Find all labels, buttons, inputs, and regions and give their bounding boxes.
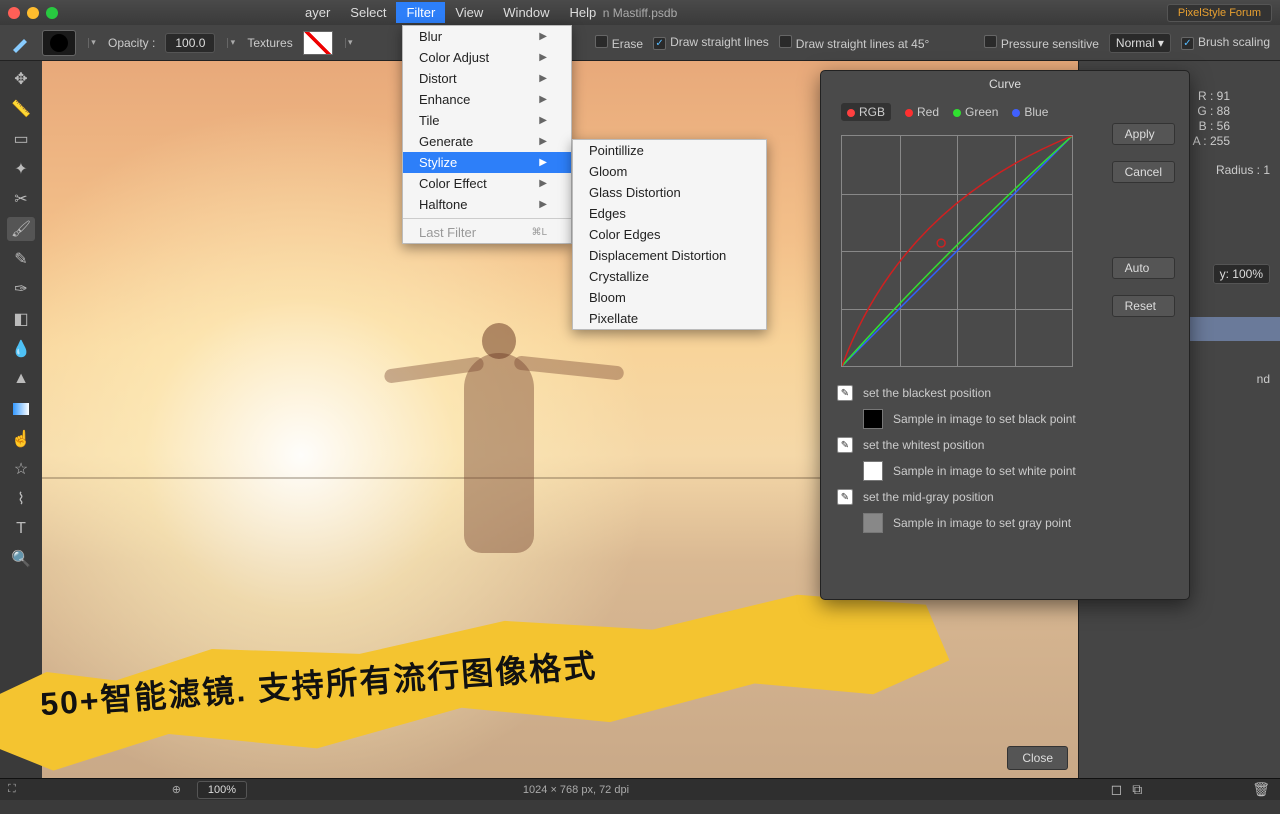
straight-45-checkbox[interactable]: Draw straight lines at 45°	[779, 35, 930, 51]
white-swatch	[863, 461, 883, 481]
minimize-window-icon[interactable]	[27, 7, 39, 19]
footer-actions: ◻ ⧉ 🗑	[1111, 781, 1270, 798]
document-title: n Mastiff.psdb	[603, 6, 677, 20]
brush-scaling-checkbox[interactable]: Brush scaling	[1181, 35, 1270, 50]
cancel-button[interactable]: Cancel	[1112, 161, 1175, 183]
bucket-tool[interactable]: ▲	[7, 367, 35, 391]
menu-item-pixellate[interactable]: Pixellate	[573, 308, 766, 329]
menu-item-edges[interactable]: Edges	[573, 203, 766, 224]
smudge-tool[interactable]: ☝	[7, 427, 35, 451]
move-tool[interactable]: ✥	[7, 67, 35, 91]
titlebar: n Mastiff.psdb PixelStyle Forum	[0, 0, 1280, 25]
opacity-field[interactable]: y: 100%	[1213, 264, 1270, 284]
menu-item-enhance[interactable]: Enhance▶	[403, 89, 571, 110]
eraser-tool[interactable]: ◧	[7, 307, 35, 331]
eyedropper-icon[interactable]: ✎	[837, 385, 853, 401]
fit-icon[interactable]: ⛶	[8, 783, 16, 796]
erase-checkbox[interactable]: Erase	[595, 35, 643, 51]
menu-item-gloom[interactable]: Gloom	[573, 161, 766, 182]
opacity-label: Opacity :	[108, 36, 155, 50]
trash-icon[interactable]: 🗑	[1252, 781, 1270, 798]
tool-palette: ✥ 📏 ▭ ✦ ✂ 🖌 ✎ ✑ ◧ 💧 ▲ ☝ ☆ ⌇ T 🔍	[0, 61, 42, 778]
new-layer-icon[interactable]: ◻	[1111, 781, 1123, 798]
white-point-row: ✎set the whitest position	[821, 433, 1189, 457]
brush-preview[interactable]	[42, 30, 76, 56]
reset-button[interactable]: Reset	[1112, 295, 1175, 317]
auto-button[interactable]: Auto	[1112, 257, 1175, 279]
curve-title: Curve	[821, 71, 1189, 97]
options-bar: Opacity : 100.0 Textures Erase Draw stra…	[0, 25, 1280, 61]
channel-rgb[interactable]: RGB	[841, 103, 891, 121]
menu-item-stylize[interactable]: Stylize▶	[403, 152, 571, 173]
texture-swatch[interactable]	[303, 31, 333, 55]
menu-item-last-filter: Last Filter⌘L	[403, 222, 571, 243]
channel-red[interactable]: Red	[905, 105, 939, 119]
menu-item-pointillize[interactable]: Pointillize	[573, 140, 766, 161]
text-tool[interactable]: T	[7, 517, 35, 541]
menu-item-color-effect[interactable]: Color Effect▶	[403, 173, 571, 194]
channel-blue[interactable]: Blue	[1012, 105, 1048, 119]
gradient-tool[interactable]	[7, 397, 35, 421]
close-window-icon[interactable]	[8, 7, 20, 19]
menu-item-color-edges[interactable]: Color Edges	[573, 224, 766, 245]
status-bar: ⛶ ⊕ 100% 1024 × 768 px, 72 dpi	[0, 778, 1280, 800]
straight-lines-checkbox[interactable]: Draw straight lines	[653, 35, 769, 50]
menu-filter[interactable]: Filter	[396, 2, 445, 23]
path-tool[interactable]: ⌇	[7, 487, 35, 511]
gray-point-row: ✎set the mid-gray position	[821, 485, 1189, 509]
black-swatch	[863, 409, 883, 429]
marquee-tool[interactable]: ▭	[7, 127, 35, 151]
menu-view[interactable]: View	[445, 2, 493, 23]
dimensions-readout: 1024 × 768 px, 72 dpi	[523, 784, 629, 796]
zoom-tool[interactable]: 🔍	[7, 547, 35, 571]
eyedropper-icon[interactable]: ✎	[837, 489, 853, 505]
brush-tool-icon	[10, 32, 32, 54]
menu-item-glass-distortion[interactable]: Glass Distortion	[573, 182, 766, 203]
opacity-value[interactable]: 100.0	[165, 33, 215, 53]
menu-window[interactable]: Window	[493, 2, 559, 23]
duplicate-icon[interactable]: ⧉	[1132, 781, 1142, 798]
channel-green[interactable]: Green	[953, 105, 998, 119]
chevron-down-icon[interactable]	[88, 38, 98, 48]
brush-tool[interactable]: 🖌	[7, 217, 35, 241]
menu-item-bloom[interactable]: Bloom	[573, 287, 766, 308]
menu-item-distort[interactable]: Distort▶	[403, 68, 571, 89]
wand-tool[interactable]: ✦	[7, 157, 35, 181]
ruler-tool[interactable]: 📏	[7, 97, 35, 121]
black-point-row: ✎set the blackest position	[821, 381, 1189, 405]
zoom-window-icon[interactable]	[46, 7, 58, 19]
menu-item-crystallize[interactable]: Crystallize	[573, 266, 766, 287]
stylize-submenu: Pointillize Gloom Glass Distortion Edges…	[572, 139, 767, 330]
close-button[interactable]: Close	[1007, 746, 1068, 770]
window-controls	[8, 7, 58, 19]
textures-label: Textures	[247, 36, 292, 50]
pen-tool[interactable]: ✑	[7, 277, 35, 301]
menu-select[interactable]: Select	[340, 2, 396, 23]
chevron-down-icon[interactable]	[227, 38, 237, 48]
blend-mode-select[interactable]: Normal ▾	[1109, 33, 1171, 53]
pencil-tool[interactable]: ✎	[7, 247, 35, 271]
menu-item-displacement-distortion[interactable]: Displacement Distortion	[573, 245, 766, 266]
apply-button[interactable]: Apply	[1112, 123, 1175, 145]
curve-graph[interactable]	[841, 135, 1073, 367]
menu-layer[interactable]: ayer	[295, 2, 340, 23]
menu-item-color-adjust[interactable]: Color Adjust▶	[403, 47, 571, 68]
menu-help[interactable]: Help	[560, 2, 607, 23]
filter-menu: Blur▶ Color Adjust▶ Distort▶ Enhance▶ Ti…	[402, 25, 572, 244]
curve-panel: Curve RGB Red Green Blue Apply Cancel Au…	[820, 70, 1190, 600]
eyedropper-icon[interactable]: ✎	[837, 437, 853, 453]
menu-item-generate[interactable]: Generate▶	[403, 131, 571, 152]
shape-tool[interactable]: ☆	[7, 457, 35, 481]
forum-link[interactable]: PixelStyle Forum	[1167, 4, 1272, 22]
menu-item-blur[interactable]: Blur▶	[403, 26, 571, 47]
zoom-value[interactable]: 100%	[197, 781, 247, 799]
menu-item-tile[interactable]: Tile▶	[403, 110, 571, 131]
chevron-down-icon[interactable]	[345, 38, 355, 48]
menu-bar: ayer Select Filter View Window Help	[295, 2, 606, 23]
gray-swatch	[863, 513, 883, 533]
menu-item-halftone[interactable]: Halftone▶	[403, 194, 571, 215]
pressure-checkbox[interactable]: Pressure sensitive	[984, 35, 1099, 51]
crop-tool[interactable]: ✂	[7, 187, 35, 211]
eyedropper-tool[interactable]: 💧	[7, 337, 35, 361]
